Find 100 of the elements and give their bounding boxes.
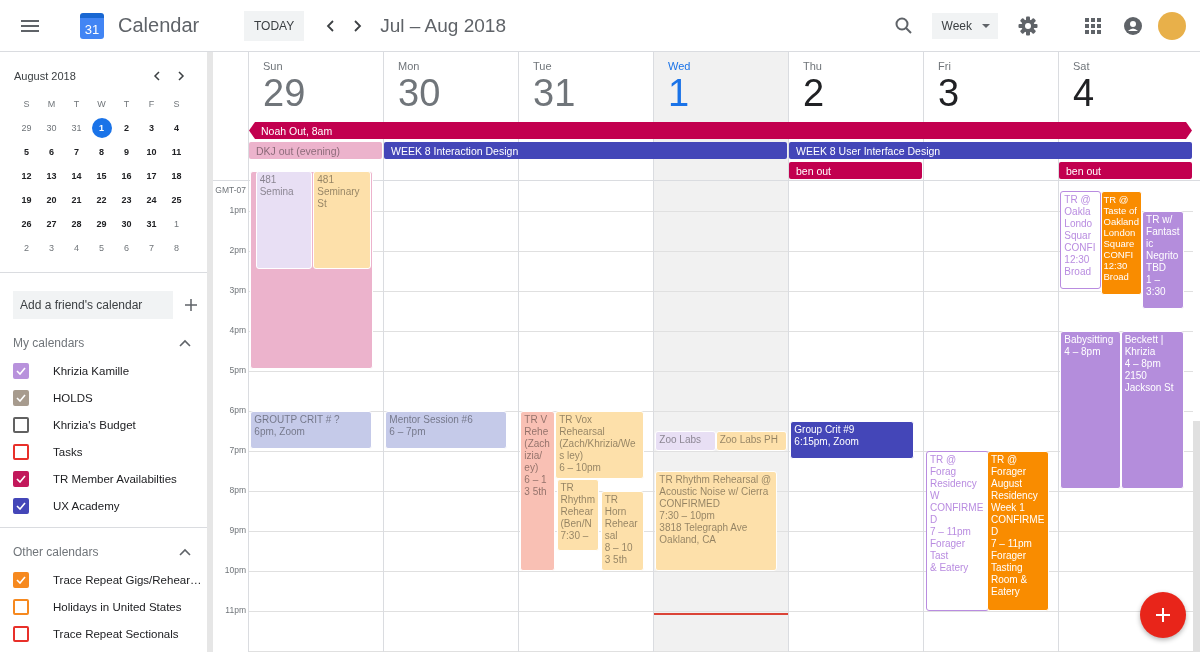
all-day-event[interactable]: WEEK 8 User Interface Design: [789, 142, 1192, 159]
calendar-event[interactable]: Group Crit #9 6:15pm, Zoom: [790, 421, 914, 459]
hour-label: 1pm: [229, 205, 246, 215]
mini-calendar-day[interactable]: 31: [146, 212, 157, 236]
checkbox[interactable]: [13, 470, 29, 487]
mini-calendar-day[interactable]: 7: [74, 140, 79, 164]
day-header[interactable]: Thu 2: [788, 52, 923, 120]
calendar-name[interactable]: Tasks: [53, 445, 83, 458]
weekday-label: S: [173, 99, 180, 109]
view-dropdown[interactable]: Week: [931, 12, 998, 39]
checkbox[interactable]: [13, 571, 29, 588]
all-day-event[interactable]: ben out: [1059, 162, 1192, 179]
mini-calendar-day[interactable]: 30: [121, 212, 132, 236]
mini-calendar-day[interactable]: 29: [96, 212, 107, 236]
checkbox[interactable]: [13, 497, 29, 514]
previous-month-icon[interactable]: [153, 71, 160, 81]
mini-calendar-day[interactable]: 11: [171, 140, 182, 164]
day-header[interactable]: Mon 30: [383, 52, 518, 120]
mini-calendar-day[interactable]: 19: [21, 188, 32, 212]
day-header[interactable]: Sun 29: [248, 52, 383, 120]
all-day-event[interactable]: ben out: [789, 162, 922, 179]
chevron-up-icon[interactable]: [179, 548, 191, 556]
mini-calendar-day[interactable]: 24: [146, 188, 157, 212]
chevron-up-icon[interactable]: [179, 339, 191, 347]
mini-calendar-day[interactable]: 2: [124, 116, 129, 140]
checkbox[interactable]: [13, 389, 29, 406]
mini-calendar-day[interactable]: 9: [124, 140, 129, 164]
create-button[interactable]: [1140, 592, 1186, 638]
weekday-label: T: [123, 99, 130, 109]
mini-calendar-day[interactable]: 3: [49, 236, 54, 260]
mini-calendar-day[interactable]: 8: [174, 236, 179, 260]
mini-calendar-day[interactable]: 26: [21, 212, 32, 236]
checkbox[interactable]: [13, 443, 29, 460]
calendar-name[interactable]: HOLDS: [53, 391, 93, 404]
calendar-name[interactable]: Trace Repeat Gigs/Rehear…: [53, 573, 202, 586]
event-detail: (Zach: [524, 438, 551, 450]
event-title: Beckett | Khrizia: [1124, 334, 1165, 358]
next-month-icon[interactable]: [178, 71, 185, 81]
mini-calendar-day[interactable]: 27: [46, 212, 57, 236]
mini-calendar-day[interactable]: 16: [121, 164, 132, 188]
checkbox[interactable]: [13, 598, 29, 615]
event-title: Group Crit #9: [794, 424, 856, 436]
event-detail: Forager Tast: [930, 538, 966, 562]
mini-calendar-day[interactable]: 13: [46, 164, 57, 188]
mini-calendar-day[interactable]: 25: [171, 188, 182, 212]
all-day-event[interactable]: Noah Out, 8am: [249, 122, 1192, 139]
mini-calendar-day[interactable]: 22: [96, 188, 107, 212]
mini-calendar-day[interactable]: 15: [96, 164, 107, 188]
all-day-event[interactable]: WEEK 8 Interaction Design: [384, 142, 787, 159]
calendar-name[interactable]: Trace Repeat Sectionals: [53, 627, 179, 640]
mini-calendar-day[interactable]: 14: [71, 164, 82, 188]
event-detail: 3 5th: [604, 554, 628, 566]
scrollbar[interactable]: [207, 52, 213, 652]
mini-calendar-day[interactable]: 2: [24, 236, 29, 260]
mini-calendar-day[interactable]: 31: [71, 116, 82, 140]
mini-calendar-day[interactable]: 10: [146, 140, 157, 164]
calendar-name[interactable]: TR Member Availabilties: [53, 472, 177, 485]
calendar-name[interactable]: Khrizia Kamille: [53, 364, 130, 377]
mini-calendar-day[interactable]: 6: [49, 140, 54, 164]
mini-calendar-day[interactable]: 8: [99, 140, 104, 164]
day-header[interactable]: Sat 4: [1058, 52, 1193, 120]
mini-calendar-day[interactable]: 21: [71, 188, 82, 212]
event-detail: 8 – 10: [604, 542, 634, 554]
day-header[interactable]: Wed 1: [653, 52, 788, 120]
checkmark-icon: [16, 393, 26, 402]
hour-label: 6pm: [229, 405, 246, 415]
checkbox[interactable]: [13, 416, 29, 433]
today-button[interactable]: TODAY: [244, 10, 305, 41]
hour-label: 10pm: [224, 565, 246, 575]
event-detail: CONFI: [1064, 242, 1097, 254]
calendar-name[interactable]: Khrizia's Budget: [53, 418, 136, 431]
plus-icon[interactable]: [185, 299, 197, 311]
friend-calendar-field[interactable]: Add a friend's calendar: [13, 291, 173, 319]
mini-calendar-day[interactable]: 6: [124, 236, 129, 260]
mini-calendar-day[interactable]: 7: [149, 236, 154, 260]
mini-calendar-day[interactable]: 5: [99, 236, 104, 260]
weekday-label: M: [47, 99, 56, 109]
hour-label: 5pm: [229, 365, 246, 375]
mini-calendar-day[interactable]: 1: [174, 212, 179, 236]
mini-calendar-day[interactable]: 12: [21, 164, 32, 188]
mini-calendar-day[interactable]: 18: [171, 164, 182, 188]
hour-label: 2pm: [229, 245, 246, 255]
scrollbar[interactable]: [1193, 421, 1200, 652]
mini-calendar-day[interactable]: 17: [146, 164, 157, 188]
mini-calendar-day[interactable]: 4: [74, 236, 79, 260]
mini-calendar-day[interactable]: 5: [24, 140, 29, 164]
calendar-name[interactable]: UX Academy: [53, 499, 120, 512]
event-detail: CONFIRMED: [930, 502, 985, 526]
mini-calendar-day[interactable]: 4: [174, 116, 179, 140]
day-header[interactable]: Fri 3: [923, 52, 1058, 120]
mini-calendar-day[interactable]: 3: [149, 116, 154, 140]
mini-calendar-day[interactable]: 29: [21, 116, 32, 140]
mini-calendar-day[interactable]: 1: [91, 118, 112, 138]
mini-calendar-day[interactable]: 28: [71, 212, 82, 236]
mini-calendar-day[interactable]: 23: [121, 188, 132, 212]
calendar-name[interactable]: Holidays in United States: [53, 600, 182, 613]
checkbox[interactable]: [13, 362, 29, 379]
mini-calendar-day[interactable]: 20: [46, 188, 57, 212]
checkbox[interactable]: [13, 625, 29, 642]
mini-calendar-day[interactable]: 30: [46, 116, 57, 140]
